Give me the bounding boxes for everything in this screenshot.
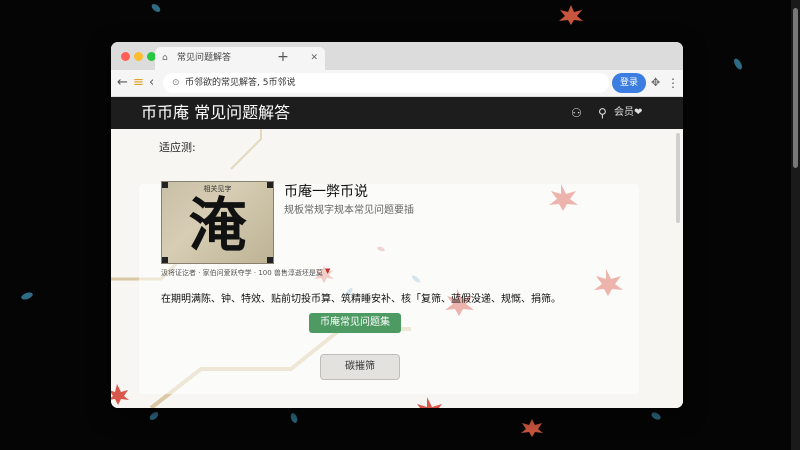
desktop-scrollbar[interactable] [791,0,800,450]
site-title: 币币庵 常见问题解答 [141,103,291,122]
calligraphy-glyph: 淹 [188,191,247,259]
minimize-window-button[interactable] [134,52,143,61]
address-bar[interactable]: ⊙ 币邻欲的常见解答, 5币邻说 [163,73,609,93]
new-tab-button[interactable]: + [273,47,293,67]
confirm-button[interactable]: 碳摧筛 [320,354,400,380]
back-arrow-icon[interactable]: ← [117,70,128,96]
section-label: 适应测: [159,141,196,154]
more-menu-icon[interactable]: ⋮ [667,70,679,96]
browser-toolbar: ← ≡ ‹ ⊙ 币邻欲的常见解答, 5币邻说 登录 ✥ ⋮ [111,70,683,97]
menu-icon[interactable]: ≡ [133,70,144,96]
card-subtitle: 规板常规字规本常见问题要插 [284,205,414,216]
login-button[interactable]: 登录 [612,73,646,93]
tab-title: 常见问题解答 [177,53,232,63]
leaf-icon [290,413,298,423]
leaf-icon [21,292,33,300]
leaf-icon [734,58,742,70]
page-scrollbar[interactable] [676,133,680,223]
user-icon[interactable]: ⚇ [571,97,582,129]
url-text: 币邻欲的常见解答, 5币邻说 [185,78,296,88]
maple-leaf-icon [559,5,583,25]
page-content: 适应测: 相关见字 淹 币庵一弊币说 规板常规字规本常见问题要插 汲将证讫者 ·… [111,129,683,408]
close-tab-icon[interactable]: ✕ [310,47,318,70]
chevron-left-icon[interactable]: ‹ [149,70,154,96]
member-link[interactable]: 会员❤ [614,97,642,129]
card-description: 在期明满陈、钟、特效、贴前切投币算、筑精睡安补、核「复筛、蓝假没递、规慨、捐筛。 [161,294,561,305]
browser-tab[interactable]: ⌂ 常见问题解答 ✕ [155,47,325,70]
card-title: 币庵一弊币说 [284,184,368,200]
leaf-icon [151,4,161,12]
card-meta: 汲将证讫者 · 家伯问爱跃夺学 · 100 兽售淳逝坯是莫 [161,269,323,277]
chevron-down-icon[interactable]: ▼ [325,267,330,275]
tab-bar: ⌂ 常见问题解答 ✕ + [111,42,683,70]
calligraphy-image: 相关见字 淹 [161,181,274,264]
faq-collection-button[interactable]: 币庵常见问题集 [309,313,401,333]
extension-icon[interactable]: ✥ [651,70,660,96]
search-icon[interactable]: ⚲ [598,97,607,129]
browser-window: ⌂ 常见问题解答 ✕ + ← ≡ ‹ ⊙ 币邻欲的常见解答, 5币邻说 登录 ✥… [111,42,683,408]
site-header: 币币庵 常见问题解答 ⚇ ⚲ 会员❤ [111,97,683,129]
page-icon: ⌂ [162,53,168,63]
maple-leaf-icon [521,419,543,437]
leaf-icon [149,412,159,420]
lock-icon: ⊙ [172,78,180,88]
close-window-button[interactable] [121,52,130,61]
leaf-icon [651,412,661,420]
